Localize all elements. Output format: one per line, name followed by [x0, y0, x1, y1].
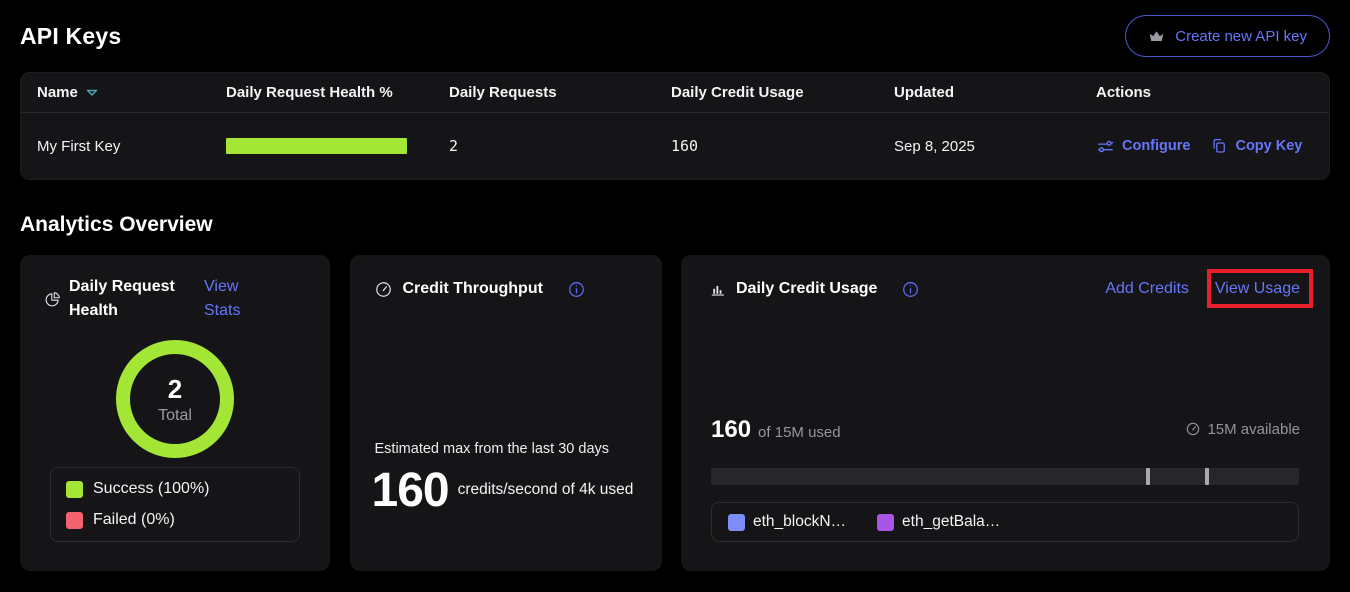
card-title: Daily Credit Usage — [736, 277, 877, 301]
legend-label: Failed (0%) — [93, 511, 175, 529]
eth-blocknumber-swatch — [728, 514, 745, 531]
legend-item-eth-getbalance: eth_getBala… — [877, 513, 1000, 531]
card-title: Credit Throughput — [403, 277, 543, 301]
legend-label: eth_blockN… — [753, 513, 846, 531]
throughput-subtitle: Estimated max from the last 30 days — [375, 441, 610, 457]
column-header-actions: Actions — [1096, 84, 1313, 101]
card-title: Daily Request Health — [69, 275, 191, 323]
view-stats-link[interactable]: View Stats — [204, 275, 250, 323]
request-health-donut-chart: 2 Total — [116, 340, 234, 458]
throughput-unit: credits/second of 4k used — [458, 478, 643, 502]
credits-used-suffix: of 15M used — [758, 424, 841, 441]
table-header-row: Name Daily Request Health % Daily Reques… — [21, 73, 1329, 113]
copy-key-label: Copy Key — [1235, 138, 1302, 154]
page-header: API Keys Create new API key — [0, 0, 1350, 72]
copy-icon — [1210, 137, 1228, 155]
usage-legend: eth_blockN… eth_getBala… — [711, 502, 1299, 542]
daily-credit-usage-value: 160 — [671, 137, 894, 155]
donut-total-value: 2 — [168, 374, 182, 405]
daily-credit-usage-card: Daily Credit Usage Add Credits View Usag… — [681, 255, 1330, 571]
copy-key-button[interactable]: Copy Key — [1210, 137, 1302, 155]
progress-fill — [711, 468, 1299, 485]
card-header: Daily Credit Usage Add Credits View Usag… — [709, 277, 1300, 301]
updated-value: Sep 8, 2025 — [894, 138, 1096, 155]
eth-getbalance-swatch — [877, 514, 894, 531]
info-icon[interactable] — [901, 280, 920, 299]
donut-total-label: Total — [158, 407, 192, 425]
legend-label: Success (100%) — [93, 480, 210, 498]
card-header: Credit Throughput — [374, 277, 638, 301]
row-actions: Configure Copy Key — [1096, 137, 1313, 156]
api-keys-table: Name Daily Request Health % Daily Reques… — [20, 72, 1330, 180]
card-links: Add Credits View Usage — [1105, 280, 1300, 298]
create-button-label: Create new API key — [1175, 28, 1307, 45]
success-swatch — [66, 481, 83, 498]
health-bar — [226, 138, 407, 154]
credits-available: 15M available — [1185, 421, 1300, 438]
gauge-icon — [374, 280, 393, 299]
credit-usage-progress-bar — [711, 468, 1299, 485]
daily-requests-value: 2 — [449, 137, 671, 155]
credit-throughput-card: Credit Throughput Estimated max from the… — [350, 255, 662, 571]
table-row: My First Key 2 160 Sep 8, 2025 Configure… — [21, 113, 1329, 179]
legend-label: eth_getBala… — [902, 513, 1000, 531]
bar-chart-icon — [709, 281, 726, 298]
view-usage-link[interactable]: View Usage — [1215, 280, 1300, 297]
progress-tick — [1205, 468, 1209, 485]
throughput-value-row: 160 credits/second of 4k used — [372, 463, 643, 518]
failed-swatch — [66, 512, 83, 529]
gauge-small-icon — [1185, 421, 1201, 437]
throughput-value: 160 — [372, 463, 449, 518]
analytics-section-title: Analytics Overview — [20, 213, 1330, 237]
usage-summary-row: 160 of 15M used 15M available — [711, 416, 1300, 444]
configure-button[interactable]: Configure — [1096, 137, 1190, 156]
column-header-daily-credit-usage: Daily Credit Usage — [671, 84, 894, 101]
column-header-name[interactable]: Name — [37, 84, 226, 101]
sliders-icon — [1096, 137, 1115, 156]
legend-item-success: Success (100%) — [66, 480, 284, 498]
health-legend: Success (100%) Failed (0%) — [50, 467, 300, 542]
card-header: Daily Request Health View Stats — [40, 275, 310, 323]
key-name: My First Key — [37, 138, 226, 155]
sort-chevron-down-icon[interactable] — [86, 89, 98, 97]
analytics-cards: Daily Request Health View Stats 2 Total … — [20, 255, 1330, 571]
configure-label: Configure — [1122, 138, 1190, 154]
create-new-api-key-button[interactable]: Create new API key — [1125, 15, 1330, 57]
crown-icon — [1148, 28, 1165, 45]
daily-request-health-card: Daily Request Health View Stats 2 Total … — [20, 255, 330, 571]
column-header-health: Daily Request Health % — [226, 84, 449, 101]
progress-tick — [1146, 468, 1150, 485]
credits-available-label: 15M available — [1207, 421, 1300, 438]
add-credits-link[interactable]: Add Credits — [1105, 280, 1189, 298]
column-header-daily-requests: Daily Requests — [449, 84, 671, 101]
info-icon[interactable] — [567, 280, 586, 299]
view-usage-wrapper: View Usage — [1215, 280, 1300, 298]
column-header-updated: Updated — [894, 84, 1096, 101]
health-bar-cell — [226, 138, 449, 154]
page-title: API Keys — [20, 23, 121, 50]
legend-item-failed: Failed (0%) — [66, 511, 284, 529]
legend-item-eth-blocknumber: eth_blockN… — [728, 513, 846, 531]
credits-used-value: 160 — [711, 416, 751, 444]
pie-chart-icon — [44, 291, 61, 308]
